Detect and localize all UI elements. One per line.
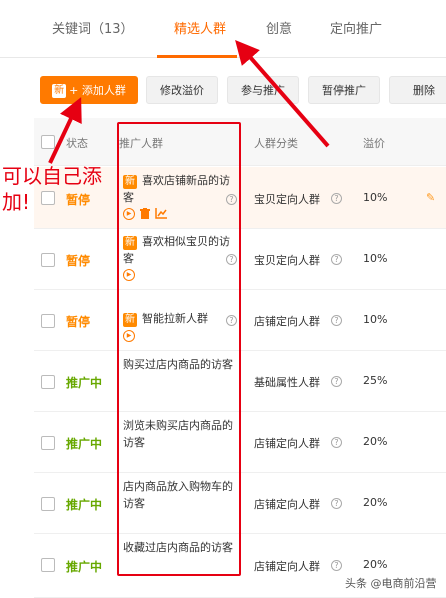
watermark: 头条 @电商前沿营 xyxy=(343,574,439,592)
arrow-icon xyxy=(48,39,330,164)
